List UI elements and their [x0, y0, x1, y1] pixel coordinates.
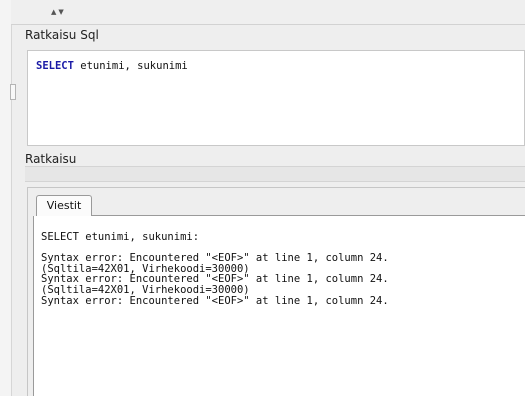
sql-exercise-window: ▲▼ Ratkaisu Sql SELECT etunimi, sukunimi… [0, 0, 525, 396]
sql-keyword: SELECT [36, 60, 74, 72]
sql-editor[interactable]: SELECT etunimi, sukunimi [27, 50, 525, 146]
result-section-label: Ratkaisu [25, 152, 77, 166]
sort-arrows-icon[interactable]: ▲▼ [51, 7, 81, 17]
sql-section-label: Ratkaisu Sql [25, 28, 99, 42]
messages-output-text: SELECT etunimi, sukunimi: Syntax error: … [41, 231, 389, 307]
result-area [25, 166, 525, 182]
sql-query-line[interactable]: SELECT etunimi, sukunimi [36, 60, 188, 72]
tab-viestit[interactable]: Viestit [36, 195, 92, 216]
sql-query-rest: etunimi, sukunimi [73, 60, 188, 72]
left-gutter [0, 0, 12, 396]
splitter-handle[interactable] [10, 84, 16, 100]
messages-output-area[interactable]: SELECT etunimi, sukunimi: Syntax error: … [33, 216, 525, 396]
top-splitter-bar[interactable]: ▲▼ [11, 0, 525, 25]
